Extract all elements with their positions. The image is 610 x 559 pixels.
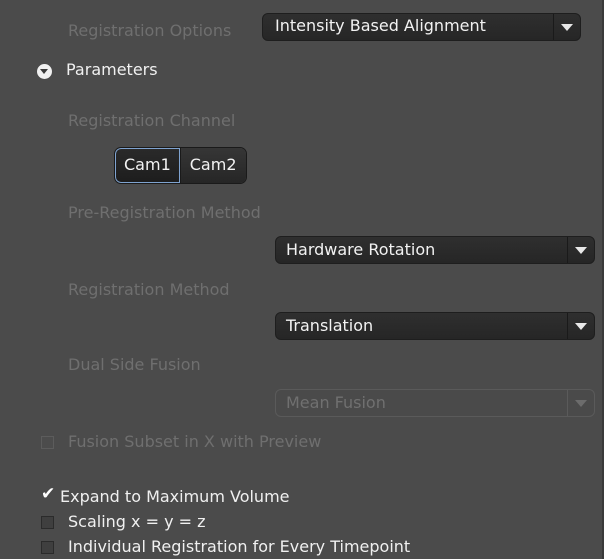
scaling-checkbox[interactable] — [41, 516, 54, 529]
dual-side-fusion-dropdown[interactable]: Mean Fusion — [275, 389, 595, 417]
pre-registration-method-value: Hardware Rotation — [286, 240, 436, 259]
checkmark-icon: ✔ — [41, 484, 56, 504]
registration-channel-label: Registration Channel — [68, 111, 236, 130]
registration-method-value: Translation — [286, 316, 374, 335]
registration-method-dropdown[interactable]: Translation — [275, 312, 595, 340]
pre-registration-method-label: Pre-Registration Method — [68, 203, 261, 222]
fusion-subset-label: Fusion Subset in X with Preview — [68, 432, 322, 451]
registration-channel-toggle: Cam1 Cam2 — [114, 147, 247, 184]
chevron-down-icon — [567, 390, 594, 416]
expand-max-volume-checkbox[interactable]: ✔ — [41, 486, 55, 504]
chevron-down-icon — [553, 14, 580, 40]
dual-side-fusion-label: Dual Side Fusion — [68, 355, 201, 374]
fusion-subset-checkbox[interactable] — [41, 436, 54, 449]
pre-registration-method-dropdown[interactable]: Hardware Rotation — [275, 236, 595, 264]
individual-registration-label: Individual Registration for Every Timepo… — [68, 537, 411, 556]
registration-options-label: Registration Options — [68, 21, 232, 40]
scaling-label: Scaling x = y = z — [68, 512, 206, 531]
dual-side-fusion-value: Mean Fusion — [286, 393, 386, 412]
collapse-circle-icon[interactable] — [37, 64, 52, 79]
registration-panel: Registration Options Intensity Based Ali… — [0, 0, 604, 559]
cam2-button[interactable]: Cam2 — [179, 148, 246, 183]
registration-options-dropdown[interactable]: Intensity Based Alignment — [262, 13, 581, 41]
registration-options-value: Intensity Based Alignment — [275, 16, 486, 35]
expand-max-volume-label: Expand to Maximum Volume — [60, 487, 290, 506]
chevron-down-icon — [567, 237, 594, 263]
registration-method-label: Registration Method — [68, 280, 230, 299]
parameters-heading[interactable]: Parameters — [66, 60, 158, 79]
chevron-down-icon — [567, 313, 594, 339]
cam1-button[interactable]: Cam1 — [115, 148, 180, 183]
individual-registration-checkbox[interactable] — [41, 541, 54, 554]
